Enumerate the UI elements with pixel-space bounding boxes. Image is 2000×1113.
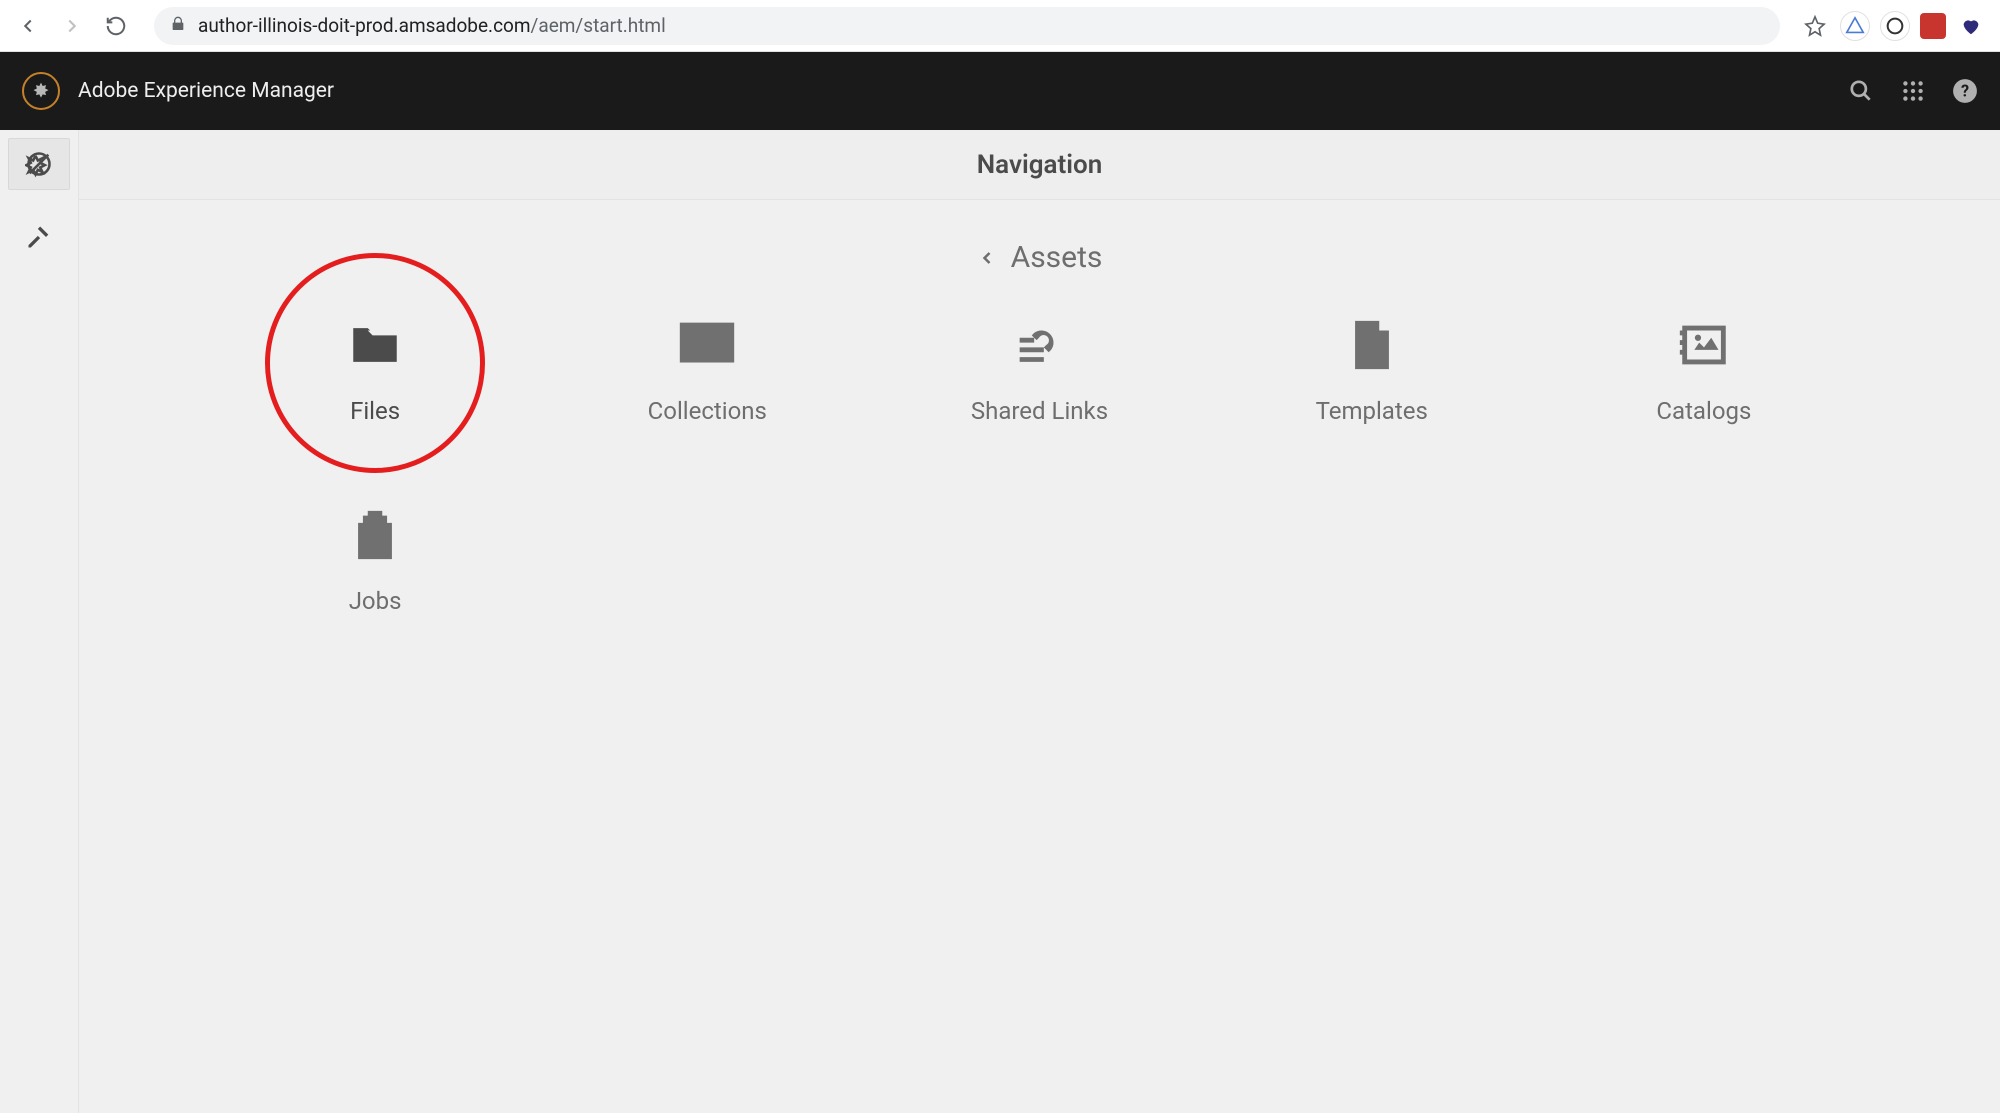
aem-logo-icon[interactable] [22,72,60,110]
nav-item-templates[interactable]: Templates [1216,315,1528,425]
rail-navigation-button[interactable] [8,138,70,190]
breadcrumb-back[interactable]: Assets [119,240,1960,275]
content-wrapper: Navigation Assets Files [0,130,2000,1113]
browser-reload-button[interactable] [98,8,134,44]
nav-item-label: Catalogs [1656,397,1751,425]
extension-circle-icon[interactable] [1880,11,1910,41]
breadcrumb-label: Assets [1011,240,1103,275]
aem-global-header: Adobe Experience Manager ? [0,52,2000,130]
browser-address-bar[interactable]: author-illinois-doit-prod.amsadobe.com/a… [154,7,1780,45]
browser-toolbar: author-illinois-doit-prod.amsadobe.com/a… [0,0,2000,52]
folder-icon [346,315,404,375]
aem-header-actions: ? [1848,78,1978,104]
browser-url: author-illinois-doit-prod.amsadobe.com/a… [198,14,666,38]
image-icon [1675,315,1733,375]
bookmark-star-icon[interactable] [1800,11,1830,41]
nav-item-label: Shared Links [971,397,1108,425]
panel-body: Assets Files Collections [79,200,2000,1113]
nav-item-collections[interactable]: Collections [551,315,863,425]
extension-heart-icon[interactable] [1956,11,1986,41]
nav-item-label: Collections [648,397,767,425]
nav-item-jobs[interactable]: Jobs [219,505,531,615]
nav-item-label: Jobs [349,587,402,615]
clipboard-icon [346,505,404,565]
nav-item-catalogs[interactable]: Catalogs [1548,315,1860,425]
browser-actions [1800,11,1990,41]
link-icon [1010,315,1068,375]
left-rail [0,130,78,1113]
search-icon[interactable] [1848,78,1874,104]
panel-title: Navigation [79,130,2000,200]
svg-text:?: ? [1961,81,1969,100]
extension-triangle-icon[interactable] [1840,11,1870,41]
solutions-grid-icon[interactable] [1900,78,1926,104]
nav-item-files[interactable]: Files [219,315,531,425]
aem-product-name: Adobe Experience Manager [78,79,334,103]
browser-forward-button[interactable] [54,8,90,44]
rail-tools-button[interactable] [10,208,68,266]
grid-icon [678,315,736,375]
browser-back-button[interactable] [10,8,46,44]
document-icon [1343,315,1401,375]
nav-item-label: Templates [1316,397,1428,425]
main-panel: Navigation Assets Files [78,130,2000,1113]
extension-red-icon[interactable] [1920,13,1946,39]
help-icon[interactable]: ? [1952,78,1978,104]
nav-item-shared-links[interactable]: Shared Links [883,315,1195,425]
nav-item-label: Files [350,397,400,425]
nav-grid: Files Collections Shared Links [119,315,1960,615]
lock-icon [170,14,186,37]
